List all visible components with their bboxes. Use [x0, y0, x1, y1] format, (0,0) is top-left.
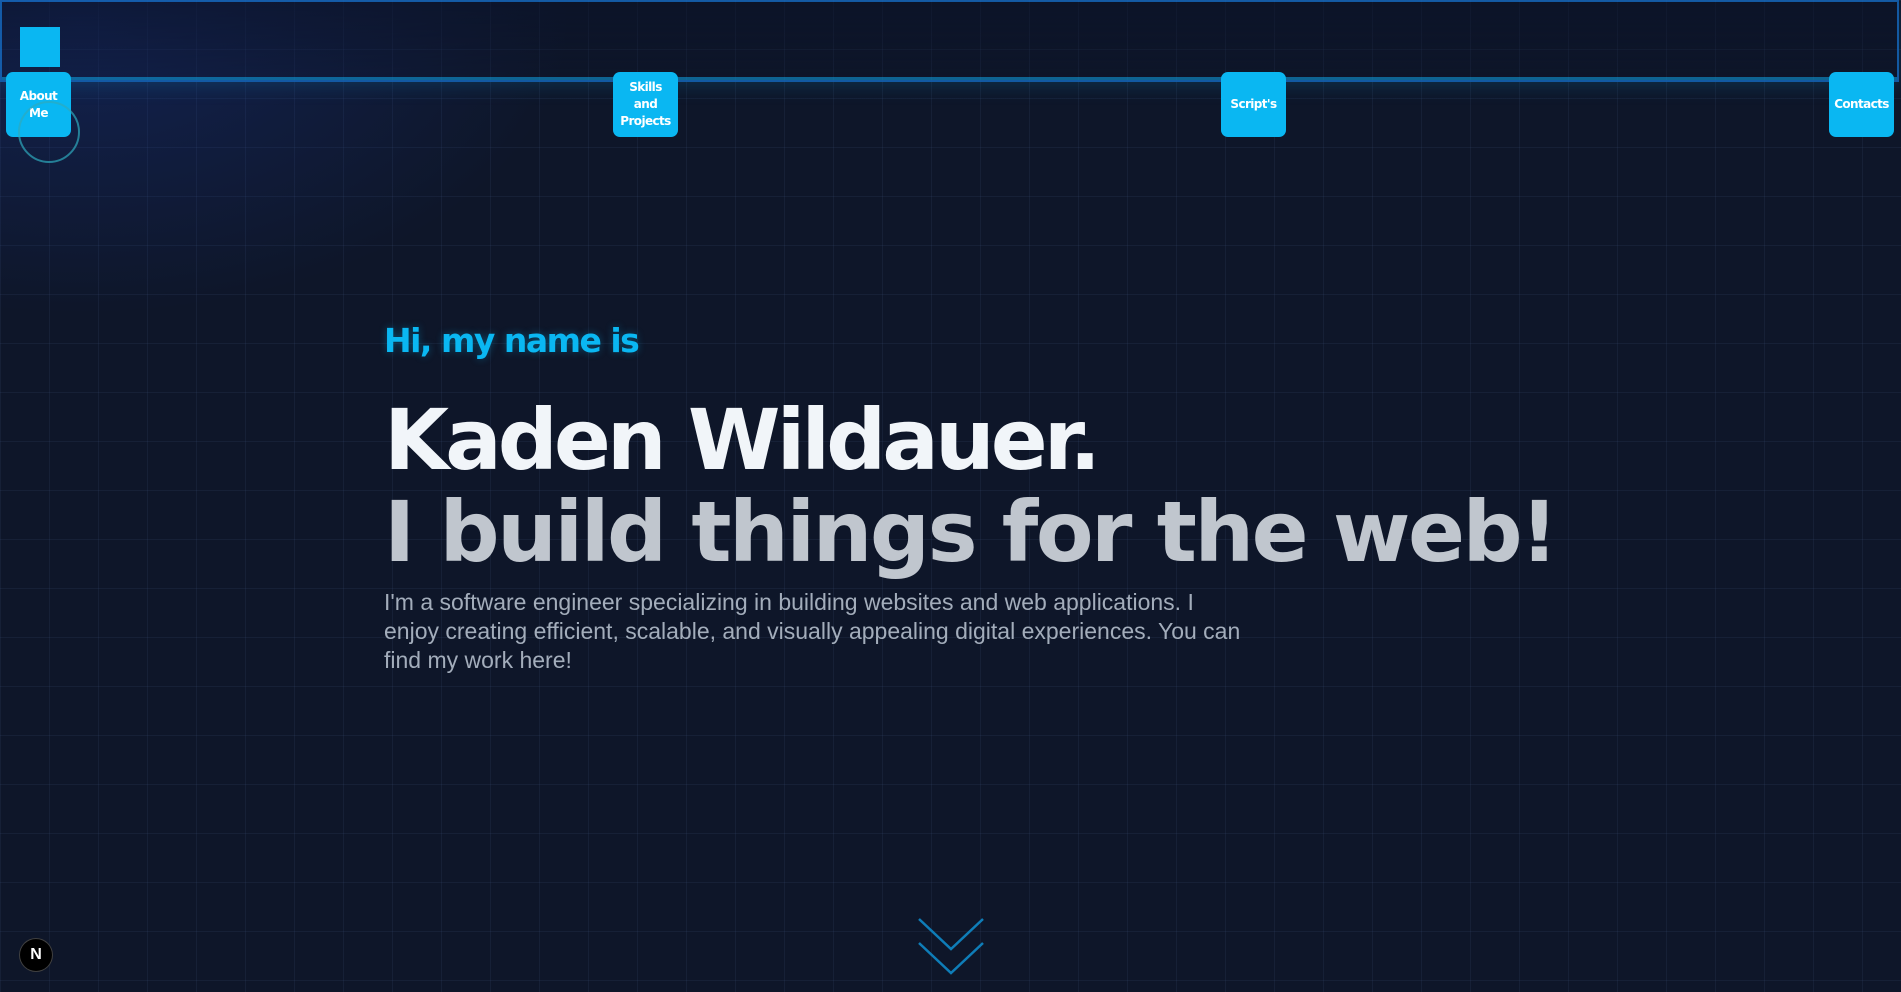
badge-letter: N [30, 946, 42, 963]
dev-indicator-badge[interactable]: N [19, 938, 53, 972]
nav-button-skills-and-projects[interactable]: Skills and Projects [613, 72, 678, 137]
nav-button-label: About Me [19, 88, 58, 120]
nav-button-about-me[interactable]: About Me [6, 72, 71, 137]
hero-tagline: I build things for the web! [384, 483, 1558, 581]
hero-section: Hi, my name is Kaden Wildauer. I build t… [384, 316, 1558, 675]
nav-button-label: Skills and Projects [620, 80, 671, 128]
hero-intro: I'm a software engineer specializing in … [384, 589, 1241, 673]
nav-button-contacts[interactable]: Contacts [1829, 72, 1894, 137]
top-navigation-bar [0, 0, 1899, 82]
chevron-double-down-icon[interactable] [913, 915, 989, 979]
nav-button-label: Contacts [1834, 97, 1889, 111]
page: About Me Skills and Projects Script's Co… [0, 0, 1901, 992]
logo-square-icon[interactable] [20, 27, 60, 67]
nav-button-scripts[interactable]: Script's [1221, 72, 1286, 137]
hero-greeting: Hi, my name is [384, 321, 640, 360]
nav-button-label: Script's [1230, 97, 1277, 111]
hero-name: Kaden Wildauer. [384, 391, 1101, 489]
